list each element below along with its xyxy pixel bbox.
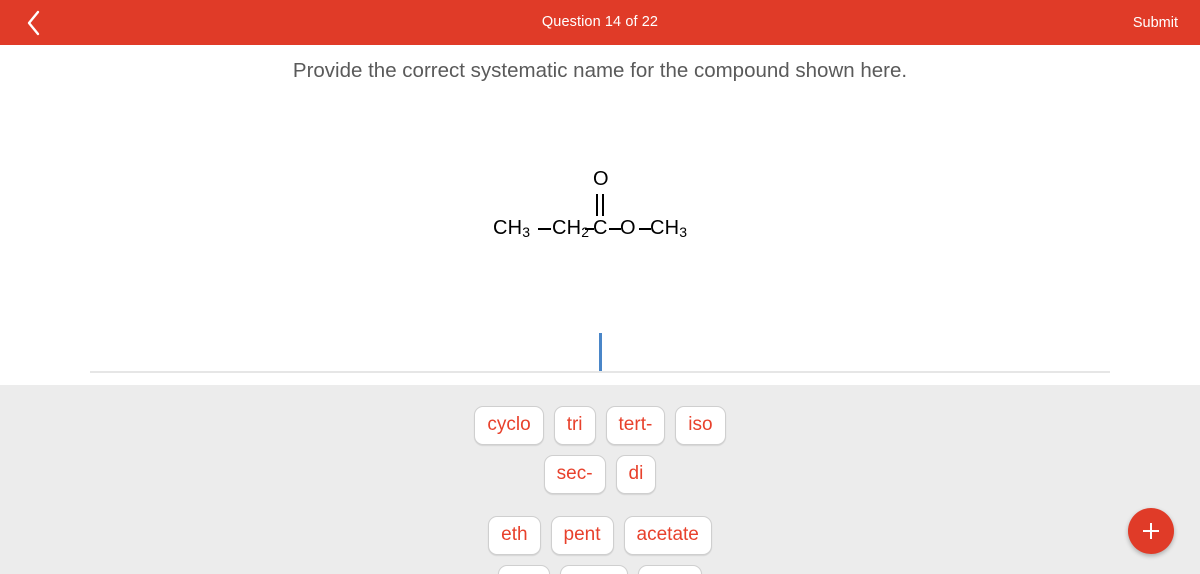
answer-bank-group-roots: eth pent acetate but meth prop <box>0 494 1200 574</box>
answer-tile[interactable]: but <box>497 565 551 574</box>
bond-c1-c2 <box>538 228 551 230</box>
back-button[interactable] <box>14 0 54 45</box>
atom-methyl-left: CH3 <box>493 217 531 240</box>
answer-tile[interactable]: eth <box>488 516 541 555</box>
tile-row: sec- di <box>0 455 1200 494</box>
atom-methyl-right: CH3 <box>650 217 688 240</box>
answer-tile[interactable]: iso <box>675 406 726 445</box>
answer-tile[interactable]: sec- <box>543 455 606 494</box>
submit-button[interactable]: Submit <box>1133 0 1178 45</box>
atom-methylene: CH2 <box>552 217 590 240</box>
bond-double-left <box>596 194 598 216</box>
answer-tile[interactable]: acetate <box>623 516 712 555</box>
question-counter: Question 14 of 22 <box>541 14 659 31</box>
tile-row: but meth prop <box>0 565 1200 574</box>
chevron-left-icon <box>26 10 42 36</box>
text-caret <box>599 333 602 371</box>
compound-structure: O CH3 CH2 C O CH3 <box>0 168 1200 248</box>
answer-tile[interactable]: tri <box>553 406 596 445</box>
answer-bank-group-prefixes: cyclo tri tert- iso sec- di <box>0 385 1200 494</box>
answer-tile[interactable]: di <box>615 455 657 494</box>
add-button[interactable] <box>1128 508 1174 554</box>
structure-canvas: O CH3 CH2 C O CH3 <box>480 168 720 248</box>
tile-row: cyclo tri tert- iso <box>0 406 1200 445</box>
question-screen: Question 14 of 22 Submit Provide the cor… <box>0 0 1200 574</box>
atom-ester-oxygen: O <box>620 217 636 239</box>
tile-row: eth pent acetate <box>0 516 1200 555</box>
answer-input[interactable] <box>90 325 1110 373</box>
app-header: Question 14 of 22 Submit <box>0 0 1200 45</box>
question-prompt: Provide the correct systematic name for … <box>292 59 908 82</box>
answer-bank: cyclo tri tert- iso sec- di eth pent ace… <box>0 385 1200 574</box>
answer-tile[interactable]: prop <box>638 565 703 574</box>
atom-carbonyl-carbon: C <box>593 217 608 239</box>
bond-double-right <box>602 194 604 216</box>
answer-tile[interactable]: cyclo <box>474 406 544 445</box>
answer-underline <box>90 371 1110 373</box>
answer-tile[interactable]: meth <box>560 565 629 574</box>
answer-tile[interactable]: pent <box>550 516 614 555</box>
answer-tile[interactable]: tert- <box>605 406 666 445</box>
atom-carbonyl-oxygen: O <box>593 168 609 190</box>
